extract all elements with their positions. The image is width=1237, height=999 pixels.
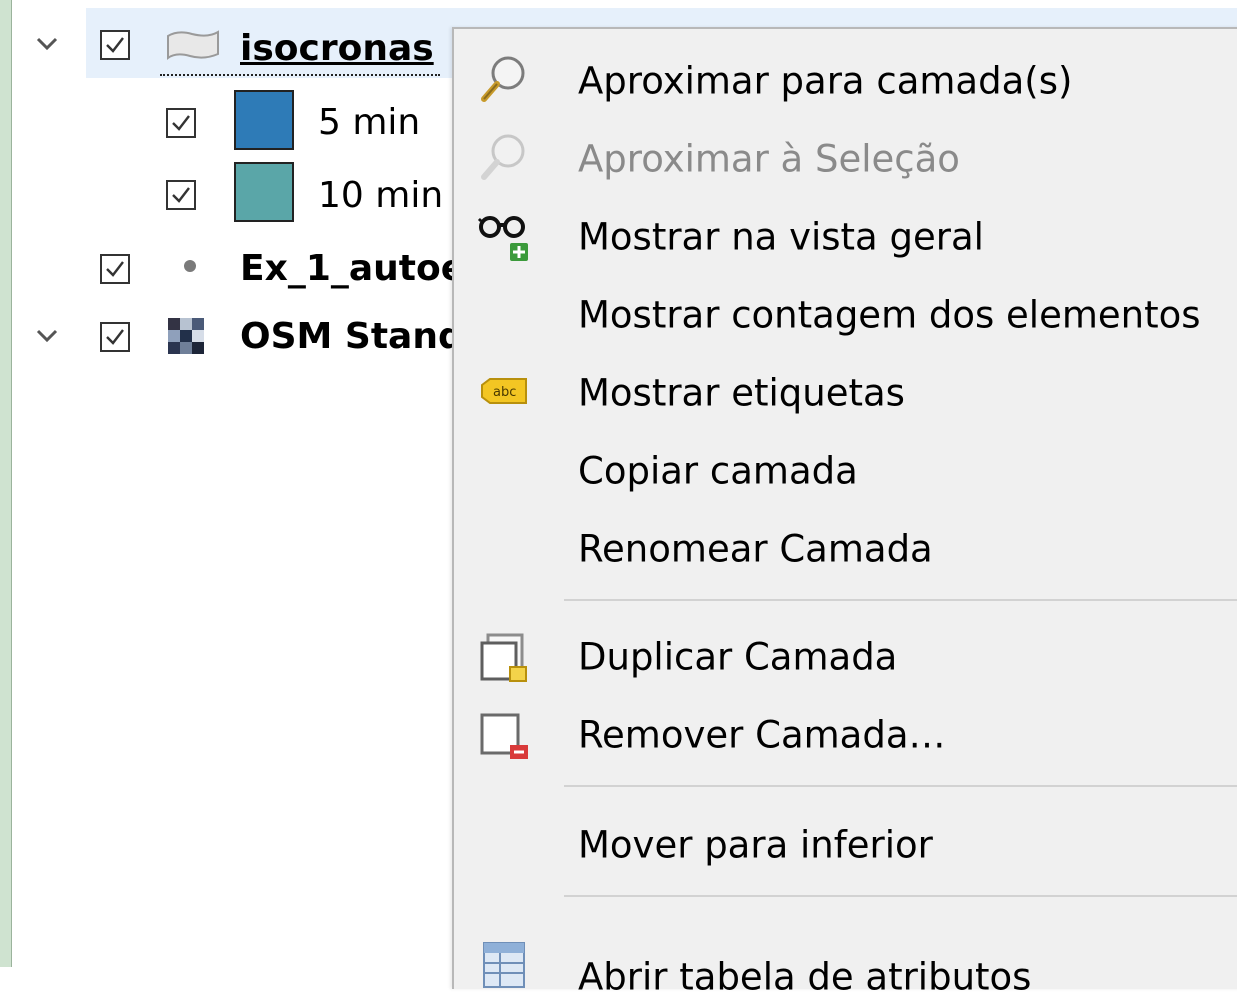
menu-separator: [564, 785, 1237, 787]
menu-item-move-to-bottom[interactable]: Mover para inferior: [454, 807, 1237, 883]
show-in-overview-icon: [477, 216, 528, 261]
layer-visibility-checkbox[interactable]: [100, 254, 130, 284]
menu-item-copy-layer[interactable]: Copiar camada: [454, 433, 1237, 509]
legend-item-checkbox[interactable]: [166, 108, 196, 138]
menu-item-show-feature-count[interactable]: Mostrar contagem dos elementos: [454, 277, 1237, 353]
menu-separator: [564, 599, 1237, 601]
legend-label: 10 min: [318, 175, 444, 216]
menu-item-label: Duplicar Camada: [578, 635, 898, 679]
menu-item-label: Mover para inferior: [578, 823, 933, 867]
layer-name: Ex_1_autoe: [240, 248, 466, 289]
legend-color-swatch: [234, 90, 294, 150]
zoom-to-layer-icon: [481, 56, 525, 102]
legend-item-checkbox[interactable]: [166, 180, 196, 210]
remove-layer-icon: [480, 713, 528, 759]
legend-label: 5 min: [318, 102, 421, 143]
menu-item-label: Copiar camada: [578, 449, 858, 493]
menu-item-label: Remover Camada…: [578, 713, 946, 757]
raster-layer-icon: [168, 318, 204, 354]
menu-item-label: Mostrar contagem dos elementos: [578, 293, 1201, 337]
layer-visibility-checkbox[interactable]: [100, 322, 130, 352]
menu-item-rename-layer[interactable]: Renomear Camada: [454, 511, 1237, 587]
point-layer-icon: [184, 260, 196, 272]
selection-focus-underline: [160, 74, 440, 76]
menu-item-duplicate-layer[interactable]: Duplicar Camada: [454, 619, 1237, 695]
menu-item-label: Aproximar para camada(s): [578, 59, 1073, 103]
svg-text:abc: abc: [493, 385, 516, 400]
menu-separator: [564, 895, 1237, 897]
duplicate-layer-icon: [480, 633, 527, 682]
layer-name: OSM Stand: [240, 316, 464, 357]
layer-context-menu[interactable]: Aproximar para camada(s) Aproximar à Sel…: [452, 27, 1237, 999]
menu-item-zoom-to-layer[interactable]: Aproximar para camada(s): [454, 43, 1237, 119]
menu-item-label: Aproximar à Seleção: [578, 137, 960, 181]
menu-item-label: Mostrar etiquetas: [578, 371, 905, 415]
menu-item-zoom-to-selection[interactable]: Aproximar à Seleção: [454, 121, 1237, 197]
chevron-down-icon[interactable]: [34, 30, 60, 56]
polygon-layer-icon: [167, 30, 219, 60]
layer-name-isocronas: isocronas: [240, 28, 434, 69]
chevron-down-icon[interactable]: [34, 322, 60, 348]
menu-item-label: Renomear Camada: [578, 527, 933, 571]
labels-abc-icon: abc: [481, 378, 527, 404]
attribute-table-icon: [483, 942, 525, 988]
menu-item-show-labels[interactable]: abc Mostrar etiquetas: [454, 355, 1237, 431]
zoom-to-selection-icon: [481, 134, 525, 180]
menu-item-label: Abrir tabela de atributos: [578, 955, 1032, 999]
panel-border: [0, 0, 12, 967]
menu-item-show-in-overview[interactable]: Mostrar na vista geral: [454, 199, 1237, 275]
legend-color-swatch: [234, 162, 294, 222]
menu-item-open-attribute-table[interactable]: Abrir tabela de atributos: [454, 915, 1237, 999]
layer-visibility-checkbox[interactable]: [100, 30, 130, 60]
menu-item-remove-layer[interactable]: Remover Camada…: [454, 697, 1237, 773]
menu-item-label: Mostrar na vista geral: [578, 215, 984, 259]
